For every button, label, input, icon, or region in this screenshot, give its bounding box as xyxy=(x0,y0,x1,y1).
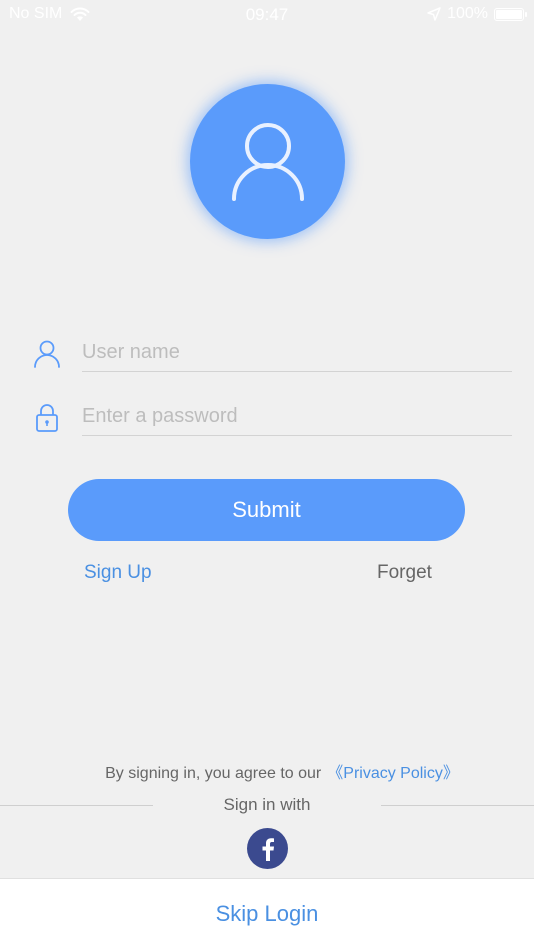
user-icon xyxy=(231,122,304,201)
privacy-agreement: By signing in, you agree to our 《Privacy … xyxy=(0,759,534,783)
battery-percent: 100% xyxy=(447,5,488,22)
sign-up-link[interactable]: Sign Up xyxy=(84,562,152,584)
skip-login-button[interactable]: Skip Login xyxy=(0,901,534,927)
password-input[interactable] xyxy=(82,397,512,436)
login-screen: No SIM 09:47 100% User name Submit Sign … xyxy=(0,0,534,950)
submit-button[interactable]: Submit xyxy=(68,479,465,541)
lock-icon xyxy=(36,404,58,432)
password-field xyxy=(32,397,512,437)
privacy-policy-link[interactable]: 《Privacy Policy》 xyxy=(327,765,459,782)
battery-icon xyxy=(494,7,527,21)
avatar xyxy=(190,84,345,239)
username-field xyxy=(32,333,512,373)
facebook-icon xyxy=(262,837,274,861)
divider-right xyxy=(381,805,534,806)
forget-link[interactable]: Forget xyxy=(377,562,432,584)
status-bar: No SIM 09:47 100% xyxy=(0,0,534,30)
user-outline-icon xyxy=(34,340,60,368)
status-right: 100% xyxy=(427,5,527,23)
agree-text: By signing in, you agree to our xyxy=(105,765,322,782)
bottom-bar: Skip Login xyxy=(0,878,534,950)
facebook-login-button[interactable] xyxy=(247,828,288,869)
username-input[interactable] xyxy=(82,333,512,372)
location-arrow-icon xyxy=(427,7,441,21)
